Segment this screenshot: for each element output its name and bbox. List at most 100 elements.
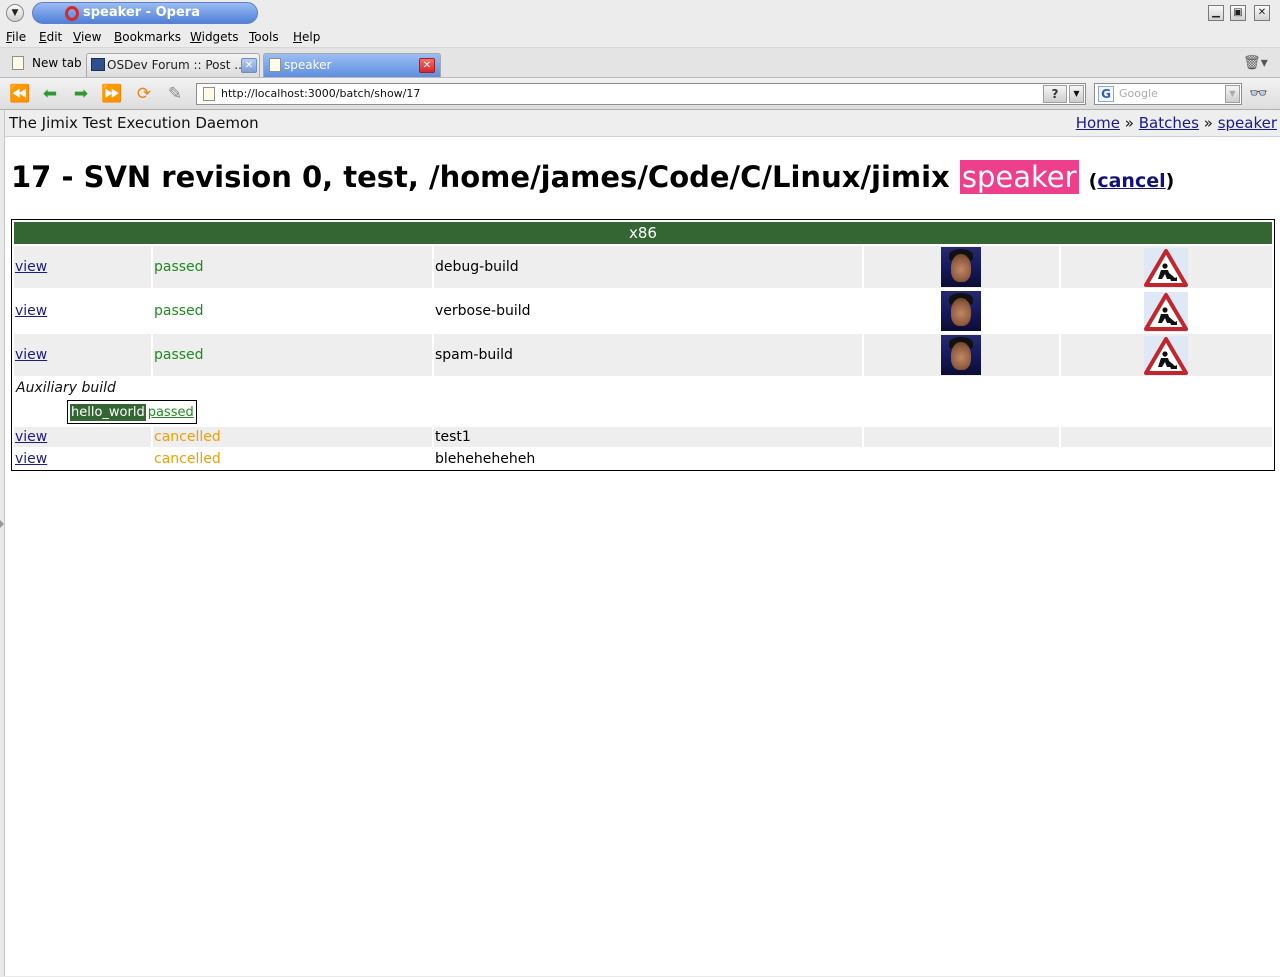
warning-cell	[1061, 290, 1272, 332]
results-table: x86 view passed debug-build view passed …	[11, 219, 1275, 471]
reload-icon[interactable]: ⟳	[132, 83, 156, 105]
status-label: passed	[154, 303, 204, 319]
menu-tools[interactable]: Tools	[249, 29, 279, 45]
breadcrumb-separator: »	[1124, 114, 1134, 132]
table-row: view cancelled bleheheheheh	[14, 449, 1272, 469]
breadcrumb-batches[interactable]: Batches	[1139, 114, 1199, 132]
breadcrumb-speaker[interactable]: speaker	[1218, 114, 1277, 132]
avatar-cell	[864, 334, 1059, 376]
minimize-icon[interactable]: ▁	[1208, 5, 1224, 21]
status-label: passed	[154, 259, 204, 275]
edit-pen-icon[interactable]: ✎	[163, 83, 187, 105]
name-cell: test1	[434, 427, 862, 447]
build-name: spam-build	[435, 347, 513, 363]
glasses-icon[interactable]: 👓	[1249, 84, 1268, 102]
menu-file[interactable]: File	[6, 29, 26, 45]
cancel-link[interactable]: cancel	[1097, 170, 1165, 192]
auxiliary-build-name: hello_world	[70, 403, 146, 421]
auxiliary-status-link[interactable]: passed	[148, 405, 194, 420]
cancel-wrapper: (cancel)	[1088, 170, 1175, 192]
avatar	[941, 291, 981, 331]
rewind-icon[interactable]: ⏪	[8, 83, 32, 105]
name-cell: spam-build	[434, 334, 862, 376]
roadworks-warning-icon	[1144, 336, 1188, 376]
avatar	[941, 247, 981, 287]
status-cell: cancelled	[153, 427, 432, 447]
page-icon	[269, 58, 281, 72]
breadcrumb-home[interactable]: Home	[1076, 114, 1120, 132]
auxiliary-build-label: Auxiliary build	[16, 380, 116, 396]
empty-cell	[1061, 427, 1272, 447]
google-icon[interactable]: G	[1098, 86, 1114, 102]
opera-logo-icon	[65, 6, 79, 21]
search-box[interactable]: G Google ▼	[1094, 83, 1242, 105]
menu-widgets[interactable]: Widgets	[190, 29, 239, 45]
help-button[interactable]: ?	[1043, 85, 1067, 103]
view-link[interactable]: view	[15, 451, 47, 467]
batch-name-badge: speaker	[959, 160, 1079, 194]
status-label: passed	[154, 347, 204, 363]
name-cell: verbose-build	[434, 290, 862, 332]
site-title: The Jimix Test Execution Daemon	[9, 114, 259, 132]
empty-cell	[864, 427, 1059, 447]
tab-speaker[interactable]: speaker ✕	[263, 53, 441, 77]
page-viewport: The Jimix Test Execution Daemon Home » B…	[4, 110, 1280, 976]
tab-osdev-forum[interactable]: OSDev Forum :: Post ... ✕	[86, 53, 260, 77]
back-icon[interactable]: ⬅	[38, 83, 62, 105]
address-url: http://localhost:3000/batch/show/17	[221, 87, 421, 100]
warning-cell	[1061, 246, 1272, 288]
build-name: test1	[435, 429, 471, 445]
link-cell: view	[14, 449, 151, 469]
table-row: view cancelled test1	[14, 427, 1272, 447]
menu-help[interactable]: Help	[293, 29, 320, 45]
arch-header: x86	[14, 222, 1272, 244]
build-name: debug-build	[435, 259, 519, 275]
page-title: 17 - SVN revision 0, test, /home/james/C…	[11, 160, 1174, 194]
link-cell: view	[14, 290, 151, 332]
table-row: view passed spam-build	[14, 334, 1272, 376]
breadcrumb-separator: »	[1203, 114, 1213, 132]
avatar-cell	[864, 246, 1059, 288]
trash-icon[interactable]: 🗑▾	[1243, 55, 1268, 71]
window-title-pill: speaker - Opera	[32, 2, 258, 24]
roadworks-warning-icon	[1144, 248, 1188, 288]
window-menu-button[interactable]: ▼	[6, 4, 24, 22]
auxiliary-build-box: hello_world passed	[67, 400, 197, 424]
table-row: view passed debug-build	[14, 246, 1272, 288]
status-cell: passed	[153, 334, 432, 376]
new-page-icon	[12, 56, 24, 70]
maximize-icon[interactable]: ▣	[1230, 5, 1246, 21]
window-titlebar: ▼ speaker - Opera ▁ ▣ ✕	[0, 0, 1280, 26]
search-dropdown-icon[interactable]: ▼	[1225, 85, 1240, 103]
fast-forward-icon[interactable]: ⏩	[100, 83, 124, 105]
view-link[interactable]: view	[15, 303, 47, 319]
new-tab-label: New tab	[32, 56, 82, 70]
name-cell: debug-build	[434, 246, 862, 288]
tab-label: speaker	[284, 58, 332, 72]
build-name: verbose-build	[435, 303, 531, 319]
new-tab-button[interactable]: New tab	[8, 53, 82, 73]
tab-close-icon[interactable]: ✕	[241, 58, 257, 73]
page-icon	[203, 87, 215, 101]
menu-edit[interactable]: Edit	[39, 29, 62, 45]
window-title: speaker - Opera	[83, 5, 200, 20]
view-link[interactable]: view	[15, 347, 47, 363]
roadworks-warning-icon	[1144, 292, 1188, 332]
address-bar[interactable]: http://localhost:3000/batch/show/17 ? ▼	[196, 83, 1086, 105]
search-placeholder: Google	[1119, 87, 1158, 100]
table-row: view passed verbose-build	[14, 290, 1272, 332]
osdev-favicon-icon	[91, 58, 105, 71]
build-name: bleheheheheh	[435, 451, 536, 467]
forward-icon[interactable]: ➡	[69, 83, 93, 105]
close-icon[interactable]: ✕	[1254, 5, 1270, 21]
menu-bookmarks[interactable]: Bookmarks	[114, 29, 181, 45]
address-dropdown-icon[interactable]: ▼	[1069, 85, 1084, 103]
status-cell: passed	[153, 290, 432, 332]
menu-view[interactable]: View	[73, 29, 101, 45]
view-link[interactable]: view	[15, 259, 47, 275]
tab-close-icon[interactable]: ✕	[419, 58, 435, 73]
view-link[interactable]: view	[15, 429, 47, 445]
warning-cell	[1061, 334, 1272, 376]
status-cell: cancelled	[153, 449, 432, 469]
link-cell: view	[14, 427, 151, 447]
